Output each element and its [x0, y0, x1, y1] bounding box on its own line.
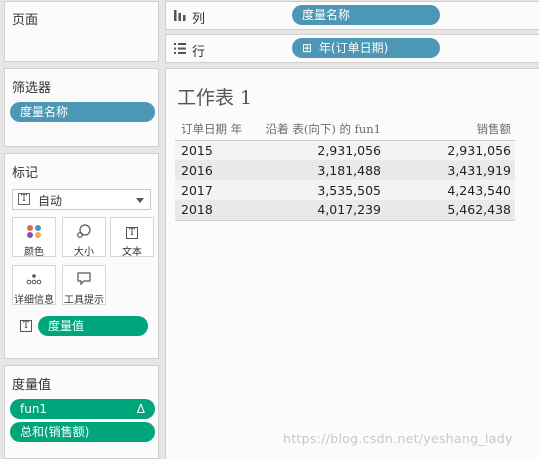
filter-pill-measure-names[interactable]: 度量名称 [10, 102, 155, 122]
fun1-cell: 3,535,505 [255, 180, 385, 200]
columns-pill-measure-names[interactable]: 度量名称 [292, 5, 440, 25]
columns-shelf[interactable]: 列 度量名称 [165, 1, 539, 30]
watermark: https://blog.csdn.net/yeshang_lady [283, 431, 513, 446]
text-pill-measure-values[interactable]: 度量值 [38, 316, 148, 336]
size-button[interactable]: 大小 [62, 217, 106, 258]
rows-shelf[interactable]: 行 ⊞ 年(订单日期) [165, 34, 539, 63]
text-mark-type-icon: T [18, 193, 30, 205]
year-cell: 2017 [175, 180, 255, 200]
year-cell: 2018 [175, 200, 255, 221]
text-button-label: 文本 [122, 247, 142, 258]
marks-card: 标记 T 自动 颜色 大小 T 文本 详细信息 工具提示 T 度量值 [4, 153, 159, 359]
detail-button-label: 详细信息 [14, 295, 54, 306]
delta-icon: Δ [136, 402, 145, 416]
table-row[interactable]: 2015 2,931,056 2,931,056 [175, 140, 515, 160]
table-row[interactable]: 2018 4,017,239 5,462,438 [175, 200, 515, 221]
rows-label: 行 [192, 45, 206, 60]
text-encoding-icon: T [20, 320, 32, 332]
header-order-year[interactable]: 订单日期 年 [175, 120, 255, 141]
fun1-cell: 2,931,056 [255, 140, 385, 160]
color-dots-icon [13, 224, 55, 238]
sales-cell: 4,243,540 [385, 180, 515, 200]
year-cell: 2016 [175, 160, 255, 180]
detail-button[interactable]: 详细信息 [12, 265, 56, 306]
tooltip-button[interactable]: 工具提示 [62, 265, 106, 306]
table-row[interactable]: 2017 3,535,505 4,243,540 [175, 180, 515, 200]
text-button[interactable]: T 文本 [110, 217, 154, 258]
mark-type-dropdown[interactable]: T 自动 [12, 189, 151, 210]
rows-pill-order-year[interactable]: ⊞ 年(订单日期) [292, 38, 440, 58]
columns-label: 列 [192, 12, 206, 27]
sales-cell: 2,931,056 [385, 140, 515, 160]
measure-pill-fun1[interactable]: fun1 Δ [10, 399, 155, 419]
header-sales[interactable]: 销售额 [385, 120, 515, 141]
filters-card[interactable]: 筛选器 度量名称 [4, 68, 159, 147]
measure-pill-sum-sales[interactable]: 总和(销售额) [10, 422, 155, 442]
year-cell: 2015 [175, 140, 255, 160]
chevron-down-icon [136, 198, 144, 203]
color-button-label: 颜色 [24, 247, 44, 258]
crosstab-table: 订单日期 年 沿着 表(向下) 的 fun1 销售额 2015 2,931,05… [175, 120, 515, 221]
fun1-cell: 4,017,239 [255, 200, 385, 221]
rows-pill-label: 年(订单日期) [318, 41, 389, 55]
mark-type-label: 自动 [38, 194, 63, 208]
header-fun1[interactable]: 沿着 表(向下) 的 fun1 [255, 120, 385, 141]
pages-title: 页面 [12, 13, 39, 28]
tooltip-button-label: 工具提示 [64, 295, 104, 306]
columns-icon [174, 10, 186, 24]
detail-dots-icon [13, 272, 55, 286]
fun1-cell: 3,181,488 [255, 160, 385, 180]
table-header-row: 订单日期 年 沿着 表(向下) 的 fun1 销售额 [175, 120, 515, 141]
measure-values-title: 度量值 [12, 378, 52, 393]
measure-values-card: 度量值 fun1 Δ 总和(销售额) [4, 365, 159, 459]
sales-cell: 5,462,438 [385, 200, 515, 221]
size-button-label: 大小 [74, 247, 94, 258]
marks-title: 标记 [12, 166, 39, 181]
tooltip-icon [63, 272, 105, 286]
size-icon [63, 224, 105, 238]
pages-card[interactable]: 页面 [4, 1, 159, 62]
filters-title: 筛选器 [12, 81, 52, 96]
expand-icon[interactable]: ⊞ [302, 41, 312, 55]
color-button[interactable]: 颜色 [12, 217, 56, 258]
rows-icon [174, 43, 186, 57]
table-row[interactable]: 2016 3,181,488 3,431,919 [175, 160, 515, 180]
measure-pill-fun1-label: fun1 [20, 402, 48, 416]
text-icon: T [111, 224, 153, 239]
sheet-title: 工作表 1 [177, 87, 253, 109]
sales-cell: 3,431,919 [385, 160, 515, 180]
